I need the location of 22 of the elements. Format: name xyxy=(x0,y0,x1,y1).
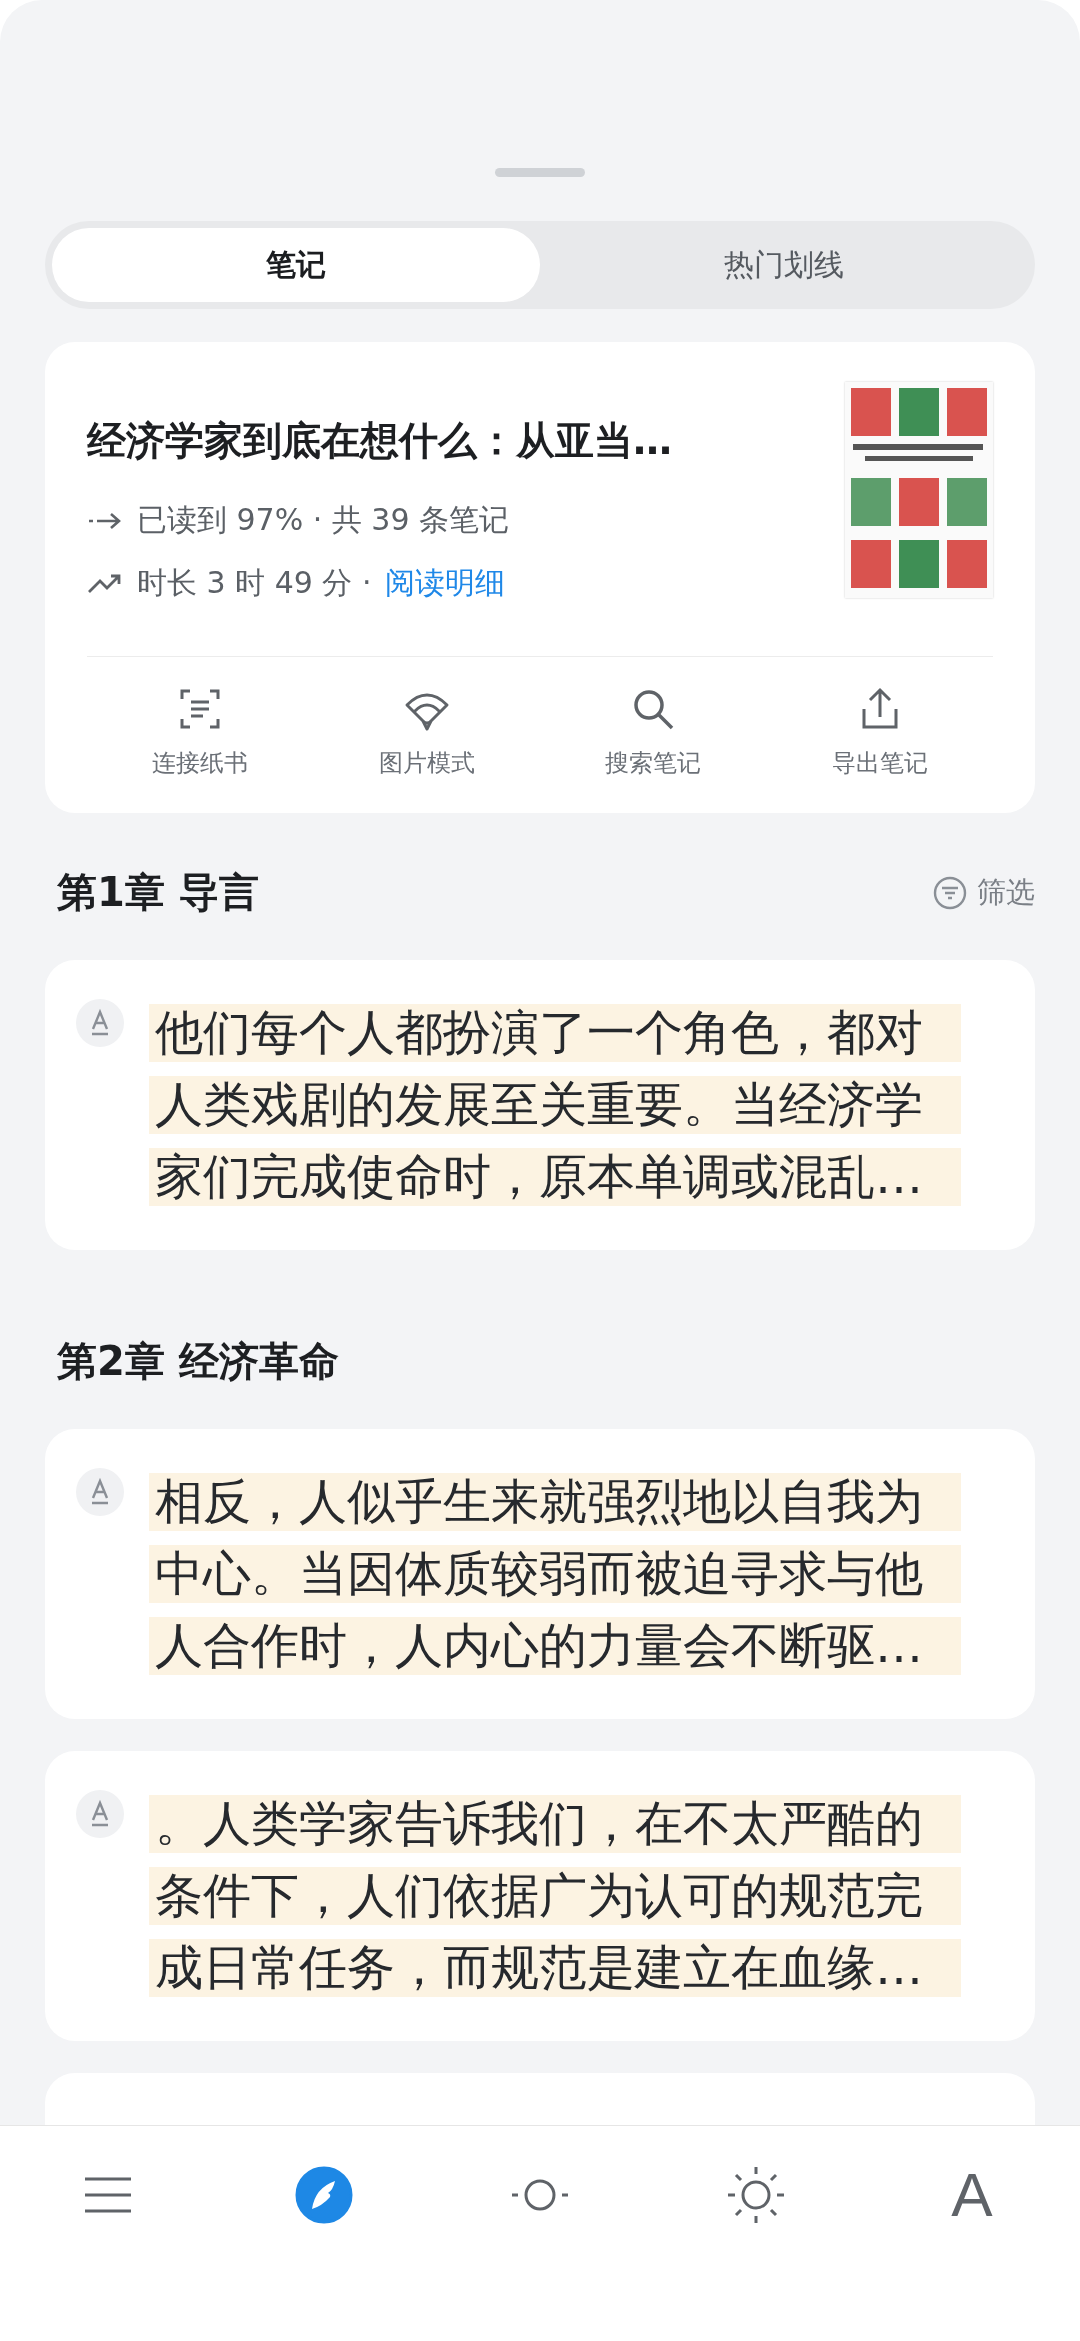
highlight-style-icon[interactable] xyxy=(75,998,125,1048)
duration-text: 时长 3 时 49 分 · xyxy=(137,564,372,602)
progress-text: 已读到 97% · 共 39 条笔记 xyxy=(137,501,510,539)
brightness-icon[interactable] xyxy=(726,2165,786,2225)
font-button[interactable]: A xyxy=(951,2166,993,2224)
chapter-title: 第2章 经济革命 xyxy=(57,1337,339,1386)
filter-icon[interactable] xyxy=(933,875,967,910)
drag-handle[interactable] xyxy=(495,168,585,177)
tab[interactable]: 热门划线 xyxy=(540,228,1028,302)
chapter-title: 第1章 导言 xyxy=(57,868,259,917)
action-label[interactable]: 图片模式 xyxy=(378,747,475,779)
filter-label[interactable]: 筛选 xyxy=(977,872,1035,913)
action-label[interactable]: 导出笔记 xyxy=(831,747,928,779)
tab[interactable]: 笔记 xyxy=(52,228,540,302)
feather-icon[interactable] xyxy=(295,2166,353,2224)
action-label[interactable]: 搜索笔记 xyxy=(605,747,702,779)
highlight-style-icon[interactable] xyxy=(75,1789,125,1839)
book-title: 经济学家到底在想什么：从亚当… xyxy=(87,417,672,465)
menu-icon[interactable] xyxy=(83,2175,133,2215)
reading-detail-link[interactable]: 阅读明细 xyxy=(385,563,506,604)
highlight-style-icon[interactable] xyxy=(75,1467,125,1517)
action-label[interactable]: 连接纸书 xyxy=(152,747,249,779)
